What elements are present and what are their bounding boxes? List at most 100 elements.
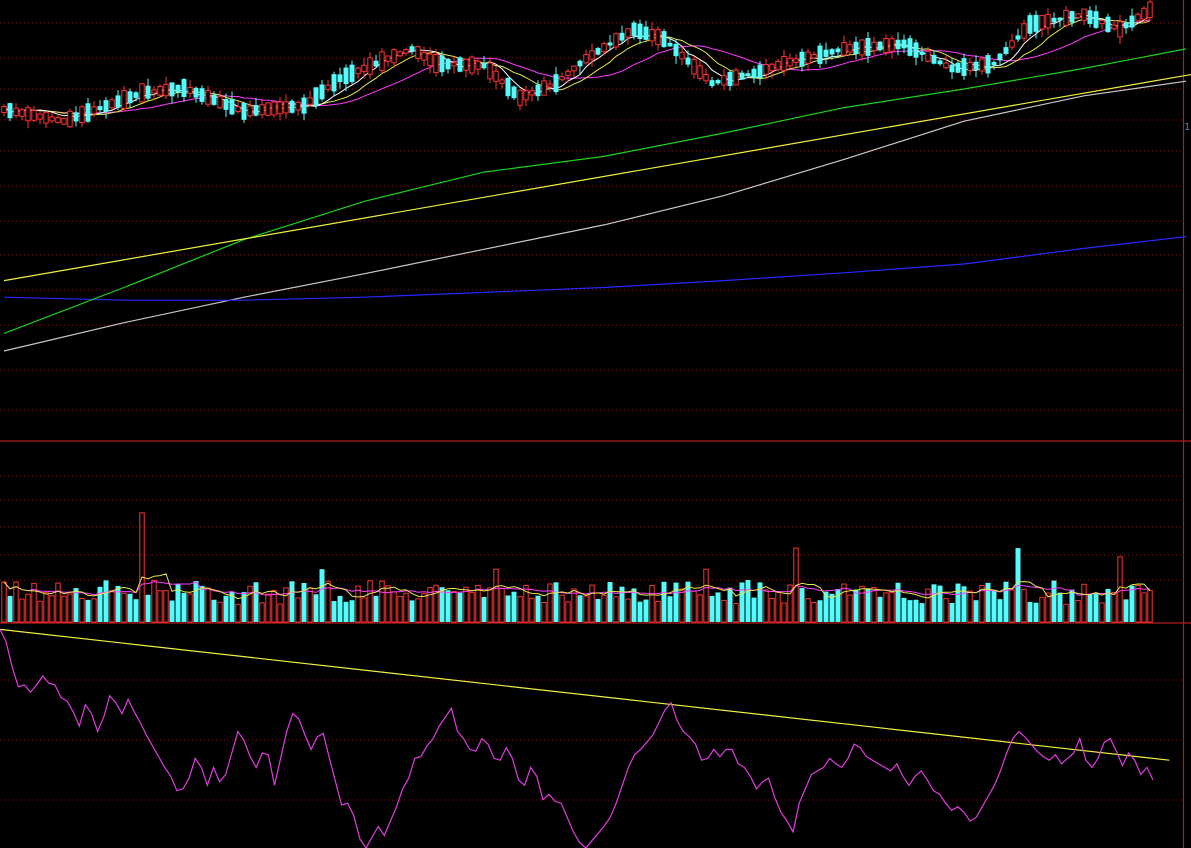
- candle-body: [67, 110, 73, 128]
- candle-body: [841, 42, 847, 56]
- candle-body: [955, 62, 961, 73]
- volume-bar: [349, 600, 355, 622]
- candle-body: [757, 64, 763, 79]
- candle-body: [115, 95, 121, 108]
- volume-bar: [865, 588, 871, 622]
- volume-bar: [1027, 601, 1033, 622]
- candle-body: [559, 76, 565, 81]
- volume-bar: [631, 588, 637, 622]
- candle-body: [733, 69, 739, 86]
- candle-body: [1111, 24, 1117, 30]
- candle-body: [973, 61, 979, 70]
- candle-body: [595, 48, 601, 55]
- candle-body: [925, 50, 931, 62]
- volume-bar: [331, 601, 337, 622]
- candle-body: [1, 105, 7, 114]
- candle-body: [1021, 23, 1027, 39]
- candle-body: [529, 90, 535, 96]
- candle-body: [205, 90, 211, 105]
- candle-body: [505, 77, 511, 97]
- candle-body: [145, 85, 151, 99]
- candle-body: [769, 63, 775, 72]
- volume-bar: [931, 584, 937, 622]
- candle-body: [439, 55, 445, 73]
- volume-bar: [133, 599, 139, 622]
- candle-body: [31, 109, 37, 121]
- candle-body: [181, 79, 187, 97]
- candle-body: [901, 39, 907, 49]
- stock-chart: 1: [0, 0, 1191, 848]
- candle-body: [943, 62, 949, 69]
- candle-body: [445, 58, 451, 70]
- volume-bar: [1123, 599, 1129, 622]
- candle-body: [1027, 15, 1033, 34]
- volume-bar: [169, 600, 175, 622]
- candle-body: [721, 75, 727, 86]
- candle-body: [61, 117, 67, 125]
- candle-body: [433, 54, 439, 74]
- candle-body: [319, 84, 325, 100]
- candle-body: [1069, 11, 1075, 23]
- candle-body: [7, 103, 13, 119]
- candle-body: [1009, 40, 1015, 48]
- candle-body: [889, 38, 895, 52]
- candle-body: [619, 32, 625, 41]
- candle-body: [523, 90, 529, 101]
- candle-body: [1033, 14, 1039, 32]
- candle-body: [793, 58, 799, 63]
- volume-bar: [955, 583, 961, 622]
- candle-body: [763, 64, 769, 75]
- candle-body: [367, 57, 373, 75]
- candle-body: [703, 73, 709, 82]
- candle-body: [127, 91, 133, 104]
- volume-bar: [535, 595, 541, 622]
- candle-body: [517, 89, 523, 106]
- candle-body: [967, 61, 973, 71]
- candle-body: [385, 55, 391, 62]
- candle-body: [163, 83, 169, 97]
- candle-body: [697, 65, 703, 79]
- candle-body: [307, 97, 313, 105]
- candle-body: [649, 28, 655, 42]
- candle-body: [1087, 10, 1093, 24]
- candle-body: [799, 51, 805, 67]
- volume-bar: [973, 600, 979, 622]
- volume-bar: [739, 582, 745, 622]
- candle-body: [103, 100, 109, 112]
- volume-bar: [877, 596, 883, 622]
- candle-body: [979, 58, 985, 72]
- volume-bar: [253, 582, 259, 622]
- volume-bar: [553, 582, 559, 622]
- candle-body: [607, 42, 613, 46]
- candle-body: [727, 71, 733, 86]
- candle-body: [259, 104, 265, 116]
- candle-body: [49, 116, 55, 122]
- candle-body: [787, 57, 793, 67]
- volume-bar: [127, 593, 133, 622]
- candle-body: [79, 106, 85, 124]
- candle-body: [625, 28, 631, 38]
- candle-body: [217, 95, 223, 109]
- candle-body: [571, 65, 577, 72]
- candle-body: [301, 97, 307, 114]
- volume-bar: [577, 595, 583, 622]
- candle-body: [1045, 14, 1051, 29]
- candle-body: [211, 94, 217, 105]
- candle-body: [295, 101, 301, 111]
- candle-body: [1015, 35, 1021, 40]
- volume-bar: [97, 586, 103, 622]
- candle-body: [349, 64, 355, 83]
- candle-body: [691, 58, 697, 75]
- candle-body: [175, 84, 181, 93]
- price-axis-label: 1: [1184, 122, 1190, 133]
- volume-bar: [1057, 592, 1063, 622]
- candle-body: [91, 106, 97, 115]
- volume-bar: [511, 591, 517, 622]
- candle-body: [379, 51, 385, 71]
- candle-body: [37, 113, 43, 120]
- volume-bar: [715, 592, 721, 622]
- volume-bar: [211, 599, 217, 622]
- candle-body: [985, 55, 991, 74]
- candle-body: [829, 49, 835, 55]
- candle-body: [745, 73, 751, 77]
